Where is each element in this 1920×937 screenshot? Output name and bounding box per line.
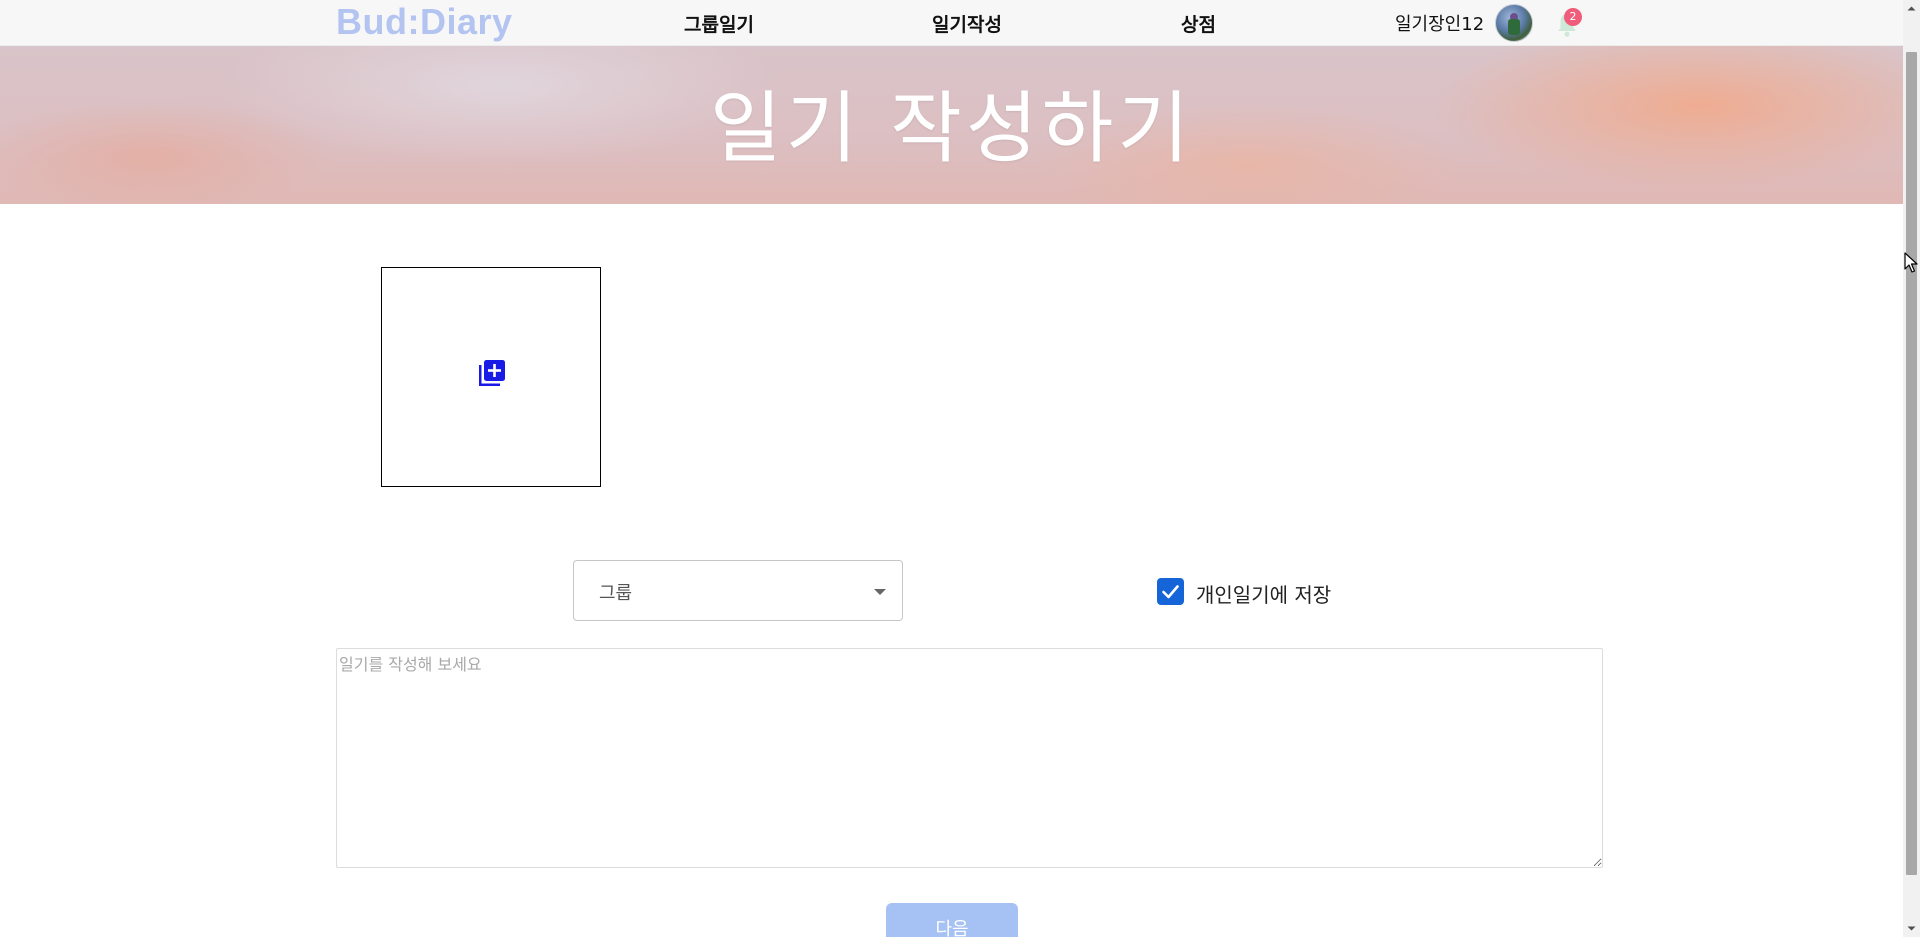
viewport: Bud:Diary 그룹일기 일기작성 상점 일기장인12 2 일기 작성하기: [0, 0, 1903, 937]
username[interactable]: 일기장인12: [1395, 10, 1484, 36]
top-navbar: Bud:Diary 그룹일기 일기작성 상점 일기장인12 2: [0, 0, 1903, 46]
hero-banner: 일기 작성하기: [0, 46, 1903, 204]
diary-textarea[interactable]: [336, 648, 1603, 868]
group-select[interactable]: 그룹: [573, 560, 903, 621]
nav-write-diary[interactable]: 일기작성: [932, 10, 1002, 37]
scroll-down-arrow-icon[interactable]: [1903, 920, 1920, 937]
avatar-figure-body: [1508, 19, 1520, 35]
add-photo-icon[interactable]: [476, 357, 508, 389]
logo[interactable]: Bud:Diary: [336, 1, 513, 43]
save-personal-label: 개인일기에 저장: [1196, 583, 1332, 607]
avatar[interactable]: [1495, 4, 1533, 42]
group-select-label: 그룹: [599, 583, 633, 604]
nav-group-diary[interactable]: 그룹일기: [684, 10, 754, 37]
scrollbar-thumb[interactable]: [1906, 52, 1917, 875]
notification-badge: 2: [1564, 8, 1582, 26]
page: Bud:Diary 그룹일기 일기작성 상점 일기장인12 2 일기 작성하기: [0, 0, 1920, 937]
next-button[interactable]: 다음: [886, 903, 1018, 937]
save-personal-option[interactable]: 개인일기에 저장: [1157, 576, 1347, 607]
image-upload-box[interactable]: [381, 267, 601, 487]
dropdown-caret-icon: [874, 589, 886, 595]
scrollbar[interactable]: [1903, 0, 1920, 937]
scroll-up-arrow-icon[interactable]: [1903, 0, 1920, 17]
page-title: 일기 작성하기: [709, 84, 1194, 174]
nav-shop[interactable]: 상점: [1181, 10, 1216, 37]
save-personal-checkbox[interactable]: [1157, 578, 1184, 605]
checkmark-icon: [1162, 585, 1179, 599]
mouse-cursor-icon: [1904, 252, 1918, 273]
